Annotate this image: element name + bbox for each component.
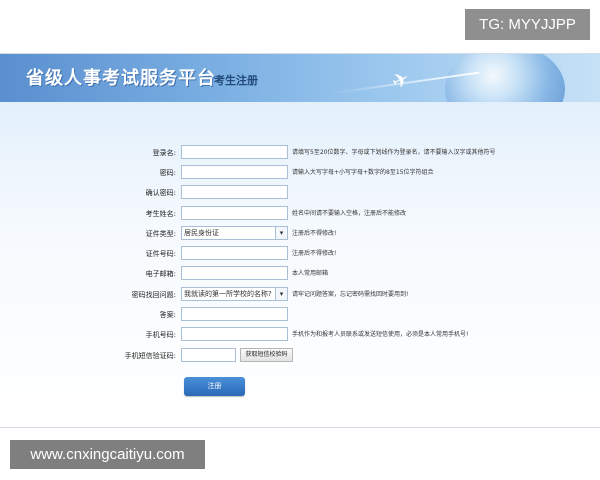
register-button[interactable]: 注册 [184,377,245,396]
sms-code-label: 手机短信验证码: [124,352,176,360]
mobile-input[interactable] [181,327,288,341]
row-security-answer: 答案: [0,307,600,323]
sms-code-input[interactable] [181,348,236,362]
real-name-input[interactable] [181,206,288,220]
form-title: 考生注册 [214,74,258,87]
password-label: 密码: [159,169,176,177]
row-confirm-password: 确认密码: [0,185,600,201]
site-banner: ✈ 省级人事考试服务平台 [0,54,600,102]
confirm-password-label: 确认密码: [145,189,176,197]
real-name-hint: 姓名中间请不要输入空格，注册后不能修改 [292,210,407,217]
row-mobile: 手机号码: 手机作为和报考人员联系或发送短信使用，必须是本人常用手机号! [0,327,600,343]
chevron-down-icon[interactable]: ▾ [275,288,287,300]
get-sms-code-button[interactable]: 获取短信校验码 [240,348,293,362]
id-type-label: 证件类型: [145,230,176,238]
row-real-name: 考生姓名: 姓名中间请不要输入空格，注册后不能修改 [0,206,600,222]
username-label: 登录名: [152,149,176,157]
password-input[interactable] [181,165,288,179]
bottom-watermark-badge: www.cnxingcaitiyu.com [10,440,205,469]
row-id-type: 证件类型: 居民身份证 ▾ 注册后不得修改! [0,226,600,242]
email-label: 电子邮箱: [145,270,176,278]
id-number-label: 证件号码: [145,250,176,258]
username-input[interactable] [181,145,288,159]
security-question-selected-value: 我就读的第一所学校的名称? [184,290,272,298]
site-title: 省级人事考试服务平台 [26,68,216,89]
row-password: 密码: 请输入大写字母+小写字母+数字的8至15位字符组合 [0,165,600,181]
security-question-label: 密码找回问题: [131,291,176,299]
airplane-icon: ✈ [387,65,414,95]
email-input[interactable] [181,266,288,280]
password-hint: 请输入大写字母+小写字母+数字的8至15位字符组合 [292,169,434,176]
username-hint: 请填写5至20位数字、字母或下划线作为登录名，请不要输入汉字或其他符号 [292,149,496,156]
id-type-hint: 注册后不得修改! [292,230,337,237]
top-watermark-badge: TG: MYYJJPP [465,9,590,40]
security-answer-label: 答案: [159,311,176,319]
id-number-hint: 注册后不得修改! [292,250,337,257]
globe-graphic [445,54,565,102]
chevron-down-icon[interactable]: ▾ [275,227,287,239]
id-type-select[interactable]: 居民身份证 ▾ [181,226,288,240]
security-question-hint: 请牢记问题答案，忘记密码需找回时要用到! [292,291,409,298]
email-hint: 本人常用邮箱 [292,270,329,277]
security-answer-input[interactable] [181,307,288,321]
row-username: 登录名: 请填写5至20位数字、字母或下划线作为登录名，请不要输入汉字或其他符号 [0,145,600,161]
mobile-label: 手机号码: [145,331,176,339]
real-name-label: 考生姓名: [145,210,176,218]
row-id-number: 证件号码: 注册后不得修改! [0,246,600,262]
id-type-selected-value: 居民身份证 [184,229,219,237]
confirm-password-input[interactable] [181,185,288,199]
mobile-hint: 手机作为和报考人员联系或发送短信使用，必须是本人常用手机号! [292,331,469,338]
security-question-select[interactable]: 我就读的第一所学校的名称? ▾ [181,287,288,301]
row-security-question: 密码找回问题: 我就读的第一所学校的名称? ▾ 请牢记问题答案，忘记密码需找回时… [0,287,600,303]
id-number-input[interactable] [181,246,288,260]
row-email: 电子邮箱: 本人常用邮箱 [0,266,600,282]
row-sms-code: 手机短信验证码: 获取短信校验码 [0,348,600,364]
